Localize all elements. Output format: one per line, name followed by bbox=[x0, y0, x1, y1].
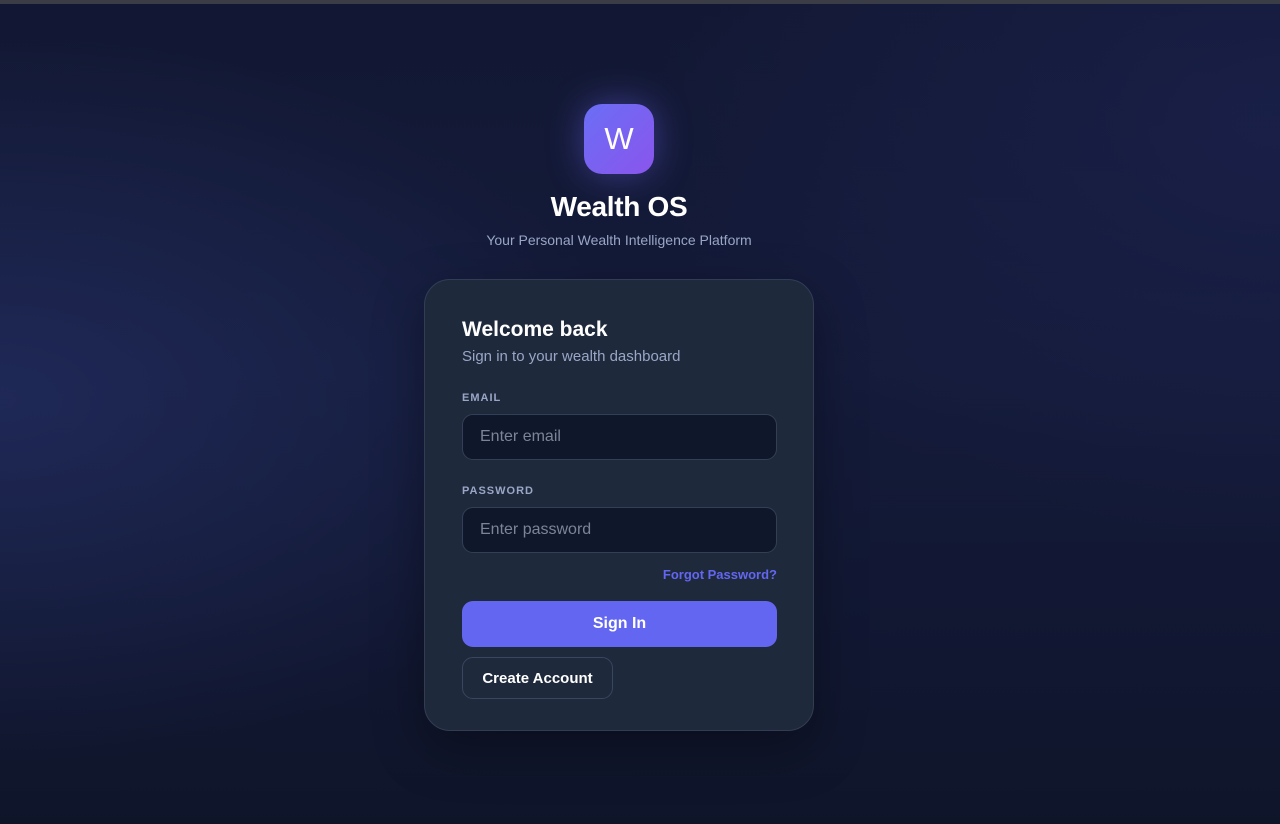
app-logo: W bbox=[584, 104, 654, 174]
login-card: Welcome back Sign in to your wealth dash… bbox=[424, 279, 814, 731]
welcome-heading: Welcome back bbox=[462, 318, 608, 341]
login-form: Welcome back Sign in to your wealth dash… bbox=[462, 316, 777, 699]
password-label: PASSWORD bbox=[462, 485, 534, 497]
logo-letter: W bbox=[604, 121, 634, 156]
email-label: EMAIL bbox=[462, 392, 502, 404]
create-account-button[interactable]: Create Account bbox=[462, 657, 613, 699]
app-title: Wealth OS bbox=[550, 191, 688, 222]
brand-header: W Wealth OS Your Personal Wealth Intelli… bbox=[0, 104, 1238, 249]
forgot-password-link[interactable]: Forgot Password? bbox=[663, 567, 777, 582]
window-top-border bbox=[0, 0, 1280, 4]
welcome-subheading: Sign in to your wealth dashboard bbox=[462, 348, 681, 365]
email-input[interactable] bbox=[462, 414, 777, 460]
forgot-password-row: Forgot Password? bbox=[462, 566, 777, 582]
sign-in-button[interactable]: Sign In bbox=[462, 601, 777, 647]
app-subtitle: Your Personal Wealth Intelligence Platfo… bbox=[486, 232, 752, 248]
password-input[interactable] bbox=[462, 507, 777, 553]
